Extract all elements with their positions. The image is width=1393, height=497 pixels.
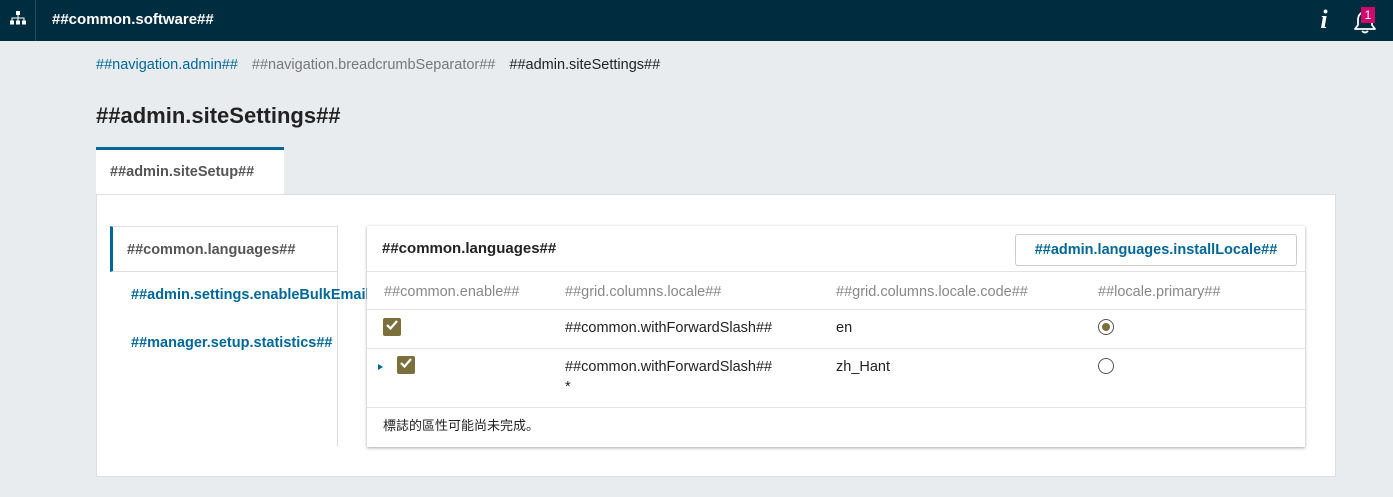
breadcrumb: ##navigation.admin## ##navigation.breadc…: [96, 57, 660, 73]
tab-site-setup[interactable]: ##admin.siteSetup##: [96, 147, 284, 195]
column-header-primary: ##locale.primary##: [1098, 284, 1221, 300]
info-icon[interactable]: i: [1313, 5, 1335, 35]
grid-divider: [367, 271, 1305, 272]
column-header-locale: ##grid.columns.locale##: [565, 284, 722, 300]
breadcrumb-separator: ##navigation.breadcrumbSeparator##: [251, 57, 496, 73]
notification-count-badge: 1: [1361, 7, 1375, 23]
languages-grid: ##common.languages## ##admin.languages.i…: [367, 226, 1305, 447]
grid-title: ##common.languages##: [382, 240, 557, 257]
bell-icon: [1350, 11, 1380, 40]
sitemap-button[interactable]: [0, 0, 36, 41]
grid-divider: [367, 407, 1305, 408]
column-header-enable: ##common.enable##: [384, 284, 520, 300]
expand-row-icon[interactable]: [378, 364, 383, 370]
sidenav-item-bulk-emails[interactable]: ##admin.settings.enableBulkEmails.label#…: [110, 287, 431, 303]
grid-footnote: 標誌的區性可能尚未完成。: [383, 418, 540, 433]
locale-code: en: [836, 320, 853, 336]
sitemap-icon: [9, 11, 26, 30]
breadcrumb-admin-link[interactable]: ##navigation.admin##: [96, 57, 238, 73]
app-title[interactable]: ##common.software##: [52, 11, 214, 28]
locale-name: ##common.withForwardSlash##: [565, 320, 773, 336]
enable-checkbox[interactable]: [383, 318, 401, 336]
primary-locale-radio[interactable]: [1098, 358, 1114, 374]
enable-checkbox[interactable]: [397, 356, 415, 374]
page-title: ##admin.siteSettings##: [96, 103, 341, 128]
grid-divider: [367, 348, 1305, 349]
checkmark-icon: [385, 318, 399, 337]
top-bar: ##common.software## i 1: [0, 0, 1393, 41]
grid-divider: [367, 309, 1305, 310]
install-locale-button[interactable]: ##admin.languages.installLocale##: [1015, 234, 1297, 266]
checkmark-icon: [399, 356, 413, 375]
locale-incomplete-marker: *: [565, 379, 571, 395]
column-header-locale-code: ##grid.columns.locale.code##: [836, 284, 1028, 300]
locale-name: ##common.withForwardSlash##: [565, 359, 773, 375]
locale-code: zh_Hant: [836, 359, 891, 375]
breadcrumb-current: ##admin.siteSettings##: [509, 57, 661, 73]
sidenav-item-languages[interactable]: ##common.languages##: [110, 226, 337, 272]
primary-locale-radio[interactable]: [1098, 319, 1114, 335]
sidenav-item-statistics[interactable]: ##manager.setup.statistics##: [110, 335, 337, 351]
side-navigation: ##common.languages## ##admin.settings.en…: [110, 226, 431, 446]
